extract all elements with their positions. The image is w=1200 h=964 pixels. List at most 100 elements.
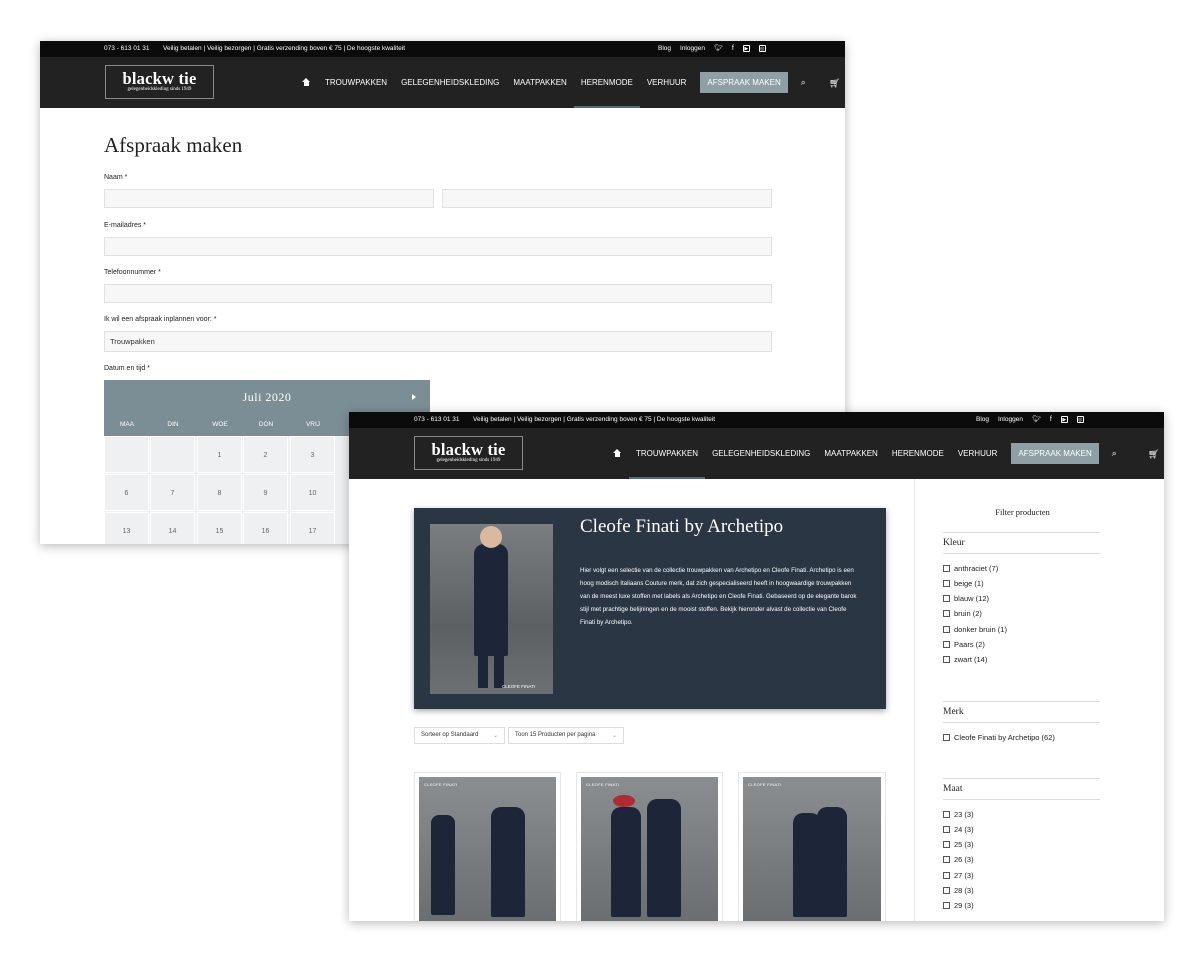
- twitter-icon[interactable]: 🐦︎: [714, 45, 723, 52]
- filter-option[interactable]: Paars (2): [943, 640, 985, 649]
- filter-option-label: 28 (3): [954, 886, 974, 895]
- calendar-day[interactable]: 2: [243, 436, 288, 473]
- filter-option[interactable]: anthraciet (7): [943, 564, 998, 573]
- product-brand-mark: CLEOFE FINATI: [424, 782, 458, 787]
- product-card[interactable]: CLEOFE FINATI: [738, 772, 886, 921]
- naam-label: Naam *: [104, 174, 128, 181]
- calendar-day[interactable]: 16: [243, 512, 288, 544]
- date-label: Datum en tijd *: [104, 365, 150, 372]
- instagram-icon[interactable]: ◎: [1076, 416, 1084, 423]
- product-image[interactable]: CLEOFE FINATI: [743, 777, 881, 921]
- filter-option[interactable]: bruin (2): [943, 609, 982, 618]
- calendar-day[interactable]: 3: [290, 436, 335, 473]
- next-month-arrow-icon[interactable]: [412, 394, 416, 400]
- checkbox[interactable]: [943, 610, 950, 617]
- filter-option[interactable]: 29 (3): [943, 901, 974, 910]
- nav-maatpakken[interactable]: MAATPAKKEN: [817, 428, 885, 479]
- nav-herenmode[interactable]: HERENMODE: [885, 428, 951, 479]
- checkbox[interactable]: [943, 872, 950, 879]
- filter-option[interactable]: donker bruin (1): [943, 625, 1007, 634]
- blog-link[interactable]: Blog: [658, 45, 671, 52]
- youtube-icon[interactable]: ▶: [742, 45, 750, 52]
- calendar-day[interactable]: 6: [104, 474, 149, 511]
- twitter-icon[interactable]: 🐦︎: [1032, 416, 1041, 423]
- filter-option[interactable]: 27 (3): [943, 871, 974, 880]
- checkbox[interactable]: [943, 856, 950, 863]
- brand-logo[interactable]: blackw tie gelegenheidskleding sinds 194…: [414, 436, 523, 470]
- last-name-field[interactable]: [442, 189, 772, 208]
- nav-afspraak-maken-button[interactable]: AFSPRAAK MAKEN: [1011, 443, 1099, 464]
- product-image[interactable]: CLEOFE FINATI: [581, 777, 718, 921]
- nav-home[interactable]: [606, 428, 629, 479]
- filter-option[interactable]: zwart (14): [943, 655, 987, 664]
- nav-trouwpakken[interactable]: TROUWPAKKEN: [629, 428, 706, 479]
- checkbox[interactable]: [943, 826, 950, 833]
- filter-option[interactable]: Cleofe Finati by Archetipo (62): [943, 733, 1055, 742]
- calendar-day[interactable]: 9: [243, 474, 288, 511]
- calendar-day[interactable]: 17: [290, 512, 335, 544]
- filter-option[interactable]: 24 (3): [943, 825, 974, 834]
- nav-gelegenheidskleding[interactable]: GELEGENHEIDSKLEDING: [394, 57, 506, 108]
- login-link[interactable]: Inloggen: [680, 45, 705, 52]
- category-description: Hier volgt een selectie van de collectie…: [580, 567, 857, 626]
- product-image[interactable]: CLEOFE FINATI: [419, 777, 556, 921]
- filter-option[interactable]: 28 (3): [943, 886, 974, 895]
- phone-number[interactable]: 073 - 613 01 31: [104, 45, 150, 52]
- checkbox[interactable]: [943, 887, 950, 894]
- reason-select[interactable]: Trouwpakken: [104, 331, 772, 352]
- youtube-icon[interactable]: ▶: [1060, 416, 1068, 423]
- cart-icon[interactable]: 🛒︎: [829, 78, 840, 89]
- calendar-day[interactable]: 8: [197, 474, 242, 511]
- nav-home[interactable]: [295, 57, 318, 108]
- login-link[interactable]: Inloggen: [998, 416, 1023, 423]
- nav-search[interactable]: ⌕: [794, 57, 813, 108]
- calendar-day[interactable]: 13: [104, 512, 149, 544]
- checkbox[interactable]: [943, 811, 950, 818]
- filter-option[interactable]: 23 (3): [943, 810, 974, 819]
- nav-verhuur[interactable]: VERHUUR: [640, 57, 694, 108]
- checkbox[interactable]: [943, 565, 950, 572]
- checkbox[interactable]: [943, 595, 950, 602]
- nav-afspraak-maken-button[interactable]: AFSPRAAK MAKEN: [700, 72, 788, 93]
- filter-option-label: Paars (2): [954, 640, 985, 649]
- filter-title: Filter producten: [995, 507, 1050, 517]
- calendar-day[interactable]: 15: [197, 512, 242, 544]
- nav-maatpakken[interactable]: MAATPAKKEN: [506, 57, 574, 108]
- calendar-day[interactable]: 1: [197, 436, 242, 473]
- checkbox[interactable]: [943, 580, 950, 587]
- product-card[interactable]: CLEOFE FINATI: [414, 772, 561, 921]
- first-name-field[interactable]: [104, 189, 434, 208]
- sort-select[interactable]: Sorteer op Standaard ⌄: [414, 727, 505, 744]
- filter-option[interactable]: 26 (3): [943, 855, 974, 864]
- calendar-day: [150, 436, 195, 473]
- instagram-icon[interactable]: ◎: [758, 45, 766, 52]
- checkbox[interactable]: [943, 641, 950, 648]
- calendar-day[interactable]: 10: [290, 474, 335, 511]
- nav-trouwpakken[interactable]: TROUWPAKKEN: [318, 57, 394, 108]
- calendar-day[interactable]: 14: [150, 512, 195, 544]
- checkbox[interactable]: [943, 734, 950, 741]
- checkbox[interactable]: [943, 902, 950, 909]
- facebook-icon[interactable]: f: [1050, 416, 1052, 423]
- nav-search[interactable]: ⌕: [1105, 428, 1124, 479]
- filter-option[interactable]: beige (1): [943, 579, 984, 588]
- brand-logo[interactable]: blackw tie gelegenheidskleding sinds 194…: [105, 65, 214, 99]
- product-card[interactable]: CLEOFE FINATI: [576, 772, 723, 921]
- per-page-select[interactable]: Toon 15 Producten per pagina ⌄: [508, 727, 624, 744]
- nav-gelegenheidskleding[interactable]: GELEGENHEIDSKLEDING: [705, 428, 817, 479]
- checkbox[interactable]: [943, 841, 950, 848]
- filter-option[interactable]: 25 (3): [943, 840, 974, 849]
- calendar-day[interactable]: 7: [150, 474, 195, 511]
- email-field[interactable]: [104, 237, 772, 256]
- blog-link[interactable]: Blog: [976, 416, 989, 423]
- phone-number[interactable]: 073 - 613 01 31: [414, 416, 460, 423]
- checkbox[interactable]: [943, 656, 950, 663]
- nav-herenmode[interactable]: HERENMODE: [573, 57, 640, 108]
- cart-icon[interactable]: 🛒︎: [1148, 449, 1159, 460]
- filter-option[interactable]: blauw (12): [943, 594, 989, 603]
- filter-maat-heading: Maat: [943, 784, 963, 794]
- checkbox[interactable]: [943, 626, 950, 633]
- facebook-icon[interactable]: f: [732, 45, 734, 52]
- telefoon-field[interactable]: [104, 284, 772, 303]
- nav-verhuur[interactable]: VERHUUR: [951, 428, 1005, 479]
